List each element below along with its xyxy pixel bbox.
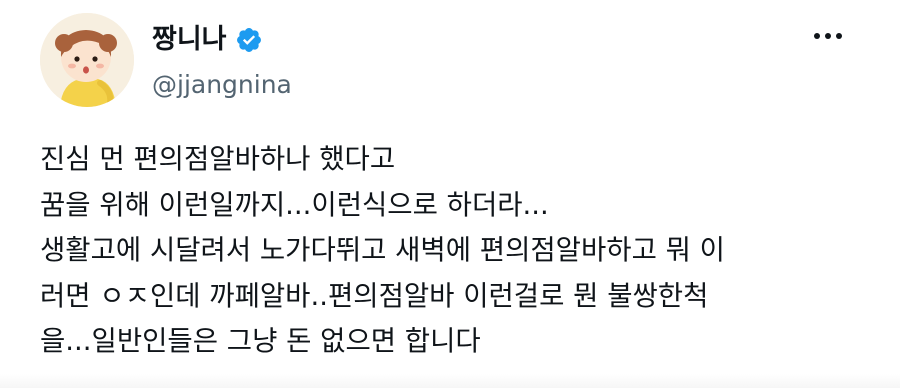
- tweet-text-line: 꿈을 위해 이런일까지...이런식으로 하더라...: [40, 188, 549, 221]
- bottom-edge: [0, 374, 900, 388]
- tweet-text-line: 진심 먼 편의점알바하나 했다고: [40, 143, 396, 175]
- tweet-card: 짱니나 @jjangnina 진심 먼 편의점알바하나 했다고 꿈을 위해 이런…: [0, 0, 900, 388]
- more-horizontal-icon: [814, 33, 820, 39]
- verified-badge-icon: [235, 26, 263, 54]
- display-name[interactable]: 짱니나: [152, 20, 227, 60]
- more-horizontal-icon-dot: [825, 33, 831, 39]
- more-horizontal-icon-dot: [836, 33, 842, 39]
- avatar[interactable]: [40, 13, 134, 107]
- cartoon-girl-avatar-icon: [40, 13, 134, 107]
- tweet-text: 진심 먼 편의점알바하나 했다고 꿈을 위해 이런일까지...이런식으로 하더라…: [40, 137, 890, 365]
- author-name-row[interactable]: 짱니나: [152, 20, 263, 60]
- tweet-text-line: 생활고에 시달려서 노가다뛰고 새벽에 편의점알바하고 뭐 이: [40, 234, 725, 266]
- tweet-text-line: 을...일반인들은 그냥 돈 없으면 합니다: [40, 325, 481, 357]
- author-handle[interactable]: @jjangnina: [152, 67, 292, 103]
- more-options-button[interactable]: [808, 22, 848, 50]
- tweet-text-line: 러면 ㅇㅈ인데 까페알바..편의점알바 이런걸로 뭔 불쌍한척: [40, 279, 709, 312]
